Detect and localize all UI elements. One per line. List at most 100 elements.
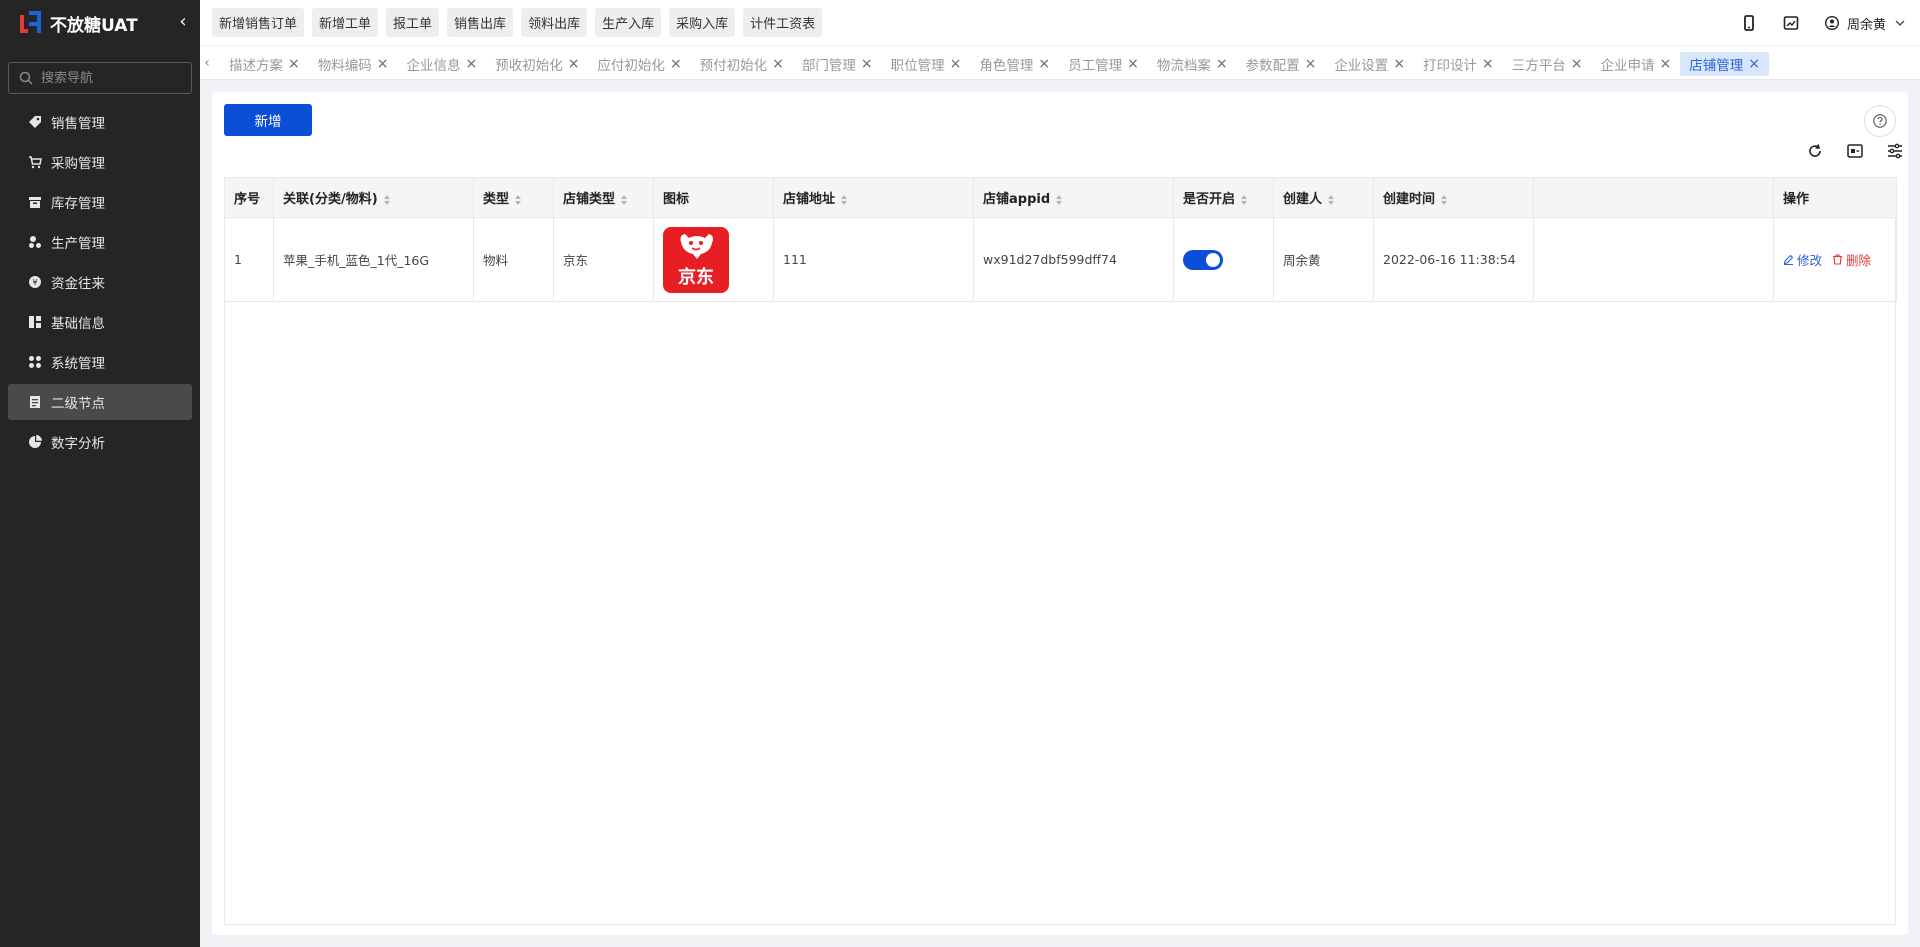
sort-icon[interactable]	[383, 194, 391, 205]
tab-prepaid-receivable-init[interactable]: 预收初始化 ×	[486, 52, 588, 76]
quick-work-report-button[interactable]: 报工单	[386, 8, 440, 37]
tab-payable-init[interactable]: 应付初始化 ×	[588, 52, 690, 76]
edit-button[interactable]: 修改	[1783, 250, 1822, 269]
cell-blank	[1533, 217, 1774, 302]
density-icon[interactable]	[1846, 142, 1864, 160]
nav-search[interactable]	[8, 62, 192, 94]
close-icon[interactable]: ×	[772, 56, 784, 72]
sidebar-item-sales[interactable]: 销售管理	[8, 104, 192, 140]
quick-new-sales-order-button[interactable]: 新增销售订单	[212, 8, 305, 37]
help-button[interactable]	[1864, 105, 1896, 137]
quick-material-outbound-button[interactable]: 领料出库	[521, 8, 588, 37]
tab-department[interactable]: 部门管理 ×	[793, 52, 882, 76]
page-tabs: ‹ 描述方案 × 物料编码 × 企业信息 × 预收初始化 × 应付初始化 × 预付初始化 ×…	[200, 46, 1920, 80]
sidebar-item-system[interactable]: 系统管理	[8, 344, 192, 380]
tab-employee[interactable]: 员工管理 ×	[1059, 52, 1148, 76]
close-icon[interactable]: ×	[1216, 56, 1228, 72]
quick-piece-wage-button[interactable]: 计件工资表	[743, 8, 823, 37]
tab-company-info[interactable]: 企业信息 ×	[397, 52, 486, 76]
close-icon[interactable]: ×	[1305, 56, 1317, 72]
close-icon[interactable]: ×	[1660, 56, 1672, 72]
refresh-icon[interactable]	[1806, 142, 1824, 160]
jd-dog-icon	[680, 233, 713, 259]
col-enabled[interactable]: 是否开启	[1173, 177, 1274, 218]
col-shop-type[interactable]: 店铺类型	[553, 177, 654, 218]
sort-icon[interactable]	[1056, 194, 1063, 205]
close-icon[interactable]: ×	[1482, 56, 1494, 72]
tab-shop-management[interactable]: 店铺管理 ×	[1680, 52, 1769, 76]
tab-label: 企业申请	[1600, 58, 1655, 74]
sidebar-item-production[interactable]: 生产管理	[8, 224, 192, 260]
tab-third-party[interactable]: 三方平台 ×	[1503, 52, 1592, 76]
delete-button[interactable]: 删除	[1832, 250, 1871, 269]
col-index: 序号	[224, 177, 274, 218]
close-icon[interactable]: ×	[1127, 56, 1139, 72]
sidebar-item-secondary-node[interactable]: 二级节点	[8, 384, 192, 420]
sort-icon[interactable]	[515, 194, 522, 205]
quick-new-work-order-button[interactable]: 新增工单	[312, 8, 379, 37]
tabs-scroll-left-icon[interactable]: ‹	[200, 46, 214, 79]
close-icon[interactable]: ×	[377, 56, 389, 72]
grid-icon	[29, 356, 41, 368]
tab-position[interactable]: 职位管理 ×	[882, 52, 971, 76]
sidebar-item-purchase[interactable]: 采购管理	[8, 144, 192, 180]
cell-created-at: 2022-06-16 11:38:54	[1373, 217, 1534, 302]
sort-icon[interactable]	[841, 194, 848, 205]
user-menu[interactable]: 周余黄	[1824, 14, 1906, 33]
tab-company-application[interactable]: 企业申请 ×	[1592, 52, 1681, 76]
close-icon[interactable]: ×	[465, 56, 477, 72]
sort-icon[interactable]	[1441, 194, 1448, 205]
close-icon[interactable]: ×	[670, 56, 682, 72]
tab-logistics[interactable]: 物流档案 ×	[1148, 52, 1237, 76]
app-name: 不放糖UAT	[50, 15, 138, 36]
tab-prepaid-init[interactable]: 预付初始化 ×	[691, 52, 793, 76]
tab-description-scheme[interactable]: 描述方案 ×	[220, 52, 309, 76]
sort-icon[interactable]	[1241, 194, 1248, 205]
tab-parameters[interactable]: 参数配置 ×	[1237, 52, 1326, 76]
tab-role[interactable]: 角色管理 ×	[970, 52, 1059, 76]
mobile-icon[interactable]	[1741, 15, 1757, 31]
col-appid[interactable]: 店铺appid	[973, 177, 1174, 218]
sidebar-item-label: 采购管理	[51, 156, 105, 172]
close-icon[interactable]: ×	[861, 56, 873, 72]
cell-icon: 京东	[653, 217, 774, 302]
quick-sales-outbound-button[interactable]: 销售出库	[447, 8, 514, 37]
tab-label: 部门管理	[801, 58, 856, 74]
quick-actions: 新增销售订单 新增工单 报工单 销售出库 领料出库 生产入库 采购入库 计件工资…	[212, 8, 823, 37]
close-icon[interactable]: ×	[950, 56, 962, 72]
close-icon[interactable]: ×	[288, 56, 300, 72]
tab-company-settings[interactable]: 企业设置 ×	[1325, 52, 1414, 76]
col-created-at[interactable]: 创建时间	[1373, 177, 1534, 218]
sidebar-item-finance[interactable]: ¥ 资金往来	[8, 264, 192, 300]
dashboard-icon[interactable]	[1783, 15, 1799, 31]
close-icon[interactable]: ×	[1748, 56, 1760, 72]
box-icon	[29, 197, 41, 208]
close-icon[interactable]: ×	[1038, 56, 1050, 72]
column-settings-icon[interactable]	[1886, 142, 1904, 160]
enabled-toggle[interactable]	[1183, 249, 1223, 270]
shop-table: 序号 关联(分类/物料) 类型 店铺类型 图标 店铺地址 店铺appid 是否开…	[224, 177, 1897, 302]
col-type[interactable]: 类型	[473, 177, 554, 218]
sidebar-item-inventory[interactable]: 库存管理	[8, 184, 192, 220]
quick-production-inbound-button[interactable]: 生产入库	[595, 8, 662, 37]
collapse-sidebar-icon[interactable]: ‹	[174, 13, 192, 31]
col-creator[interactable]: 创建人	[1273, 177, 1374, 218]
col-related[interactable]: 关联(分类/物料)	[273, 177, 474, 218]
sidebar-item-analytics[interactable]: 数字分析	[8, 424, 192, 460]
tab-label: 预付初始化	[699, 58, 768, 74]
chart-icon	[29, 316, 41, 328]
tab-print-design[interactable]: 打印设计 ×	[1414, 52, 1503, 76]
factory-icon	[29, 236, 41, 248]
sort-icon[interactable]	[621, 194, 628, 205]
close-icon[interactable]: ×	[568, 56, 580, 72]
tab-material-code[interactable]: 物料编码 ×	[309, 52, 398, 76]
trash-icon	[1833, 254, 1843, 265]
sort-icon[interactable]	[1328, 194, 1335, 205]
close-icon[interactable]: ×	[1571, 56, 1583, 72]
quick-purchase-inbound-button[interactable]: 采购入库	[669, 8, 736, 37]
add-button[interactable]: 新增	[224, 104, 312, 136]
col-address[interactable]: 店铺地址	[773, 177, 974, 218]
sidebar-item-basic-info[interactable]: 基础信息	[8, 304, 192, 340]
nav-search-input[interactable]	[41, 70, 181, 86]
close-icon[interactable]: ×	[1393, 56, 1405, 72]
